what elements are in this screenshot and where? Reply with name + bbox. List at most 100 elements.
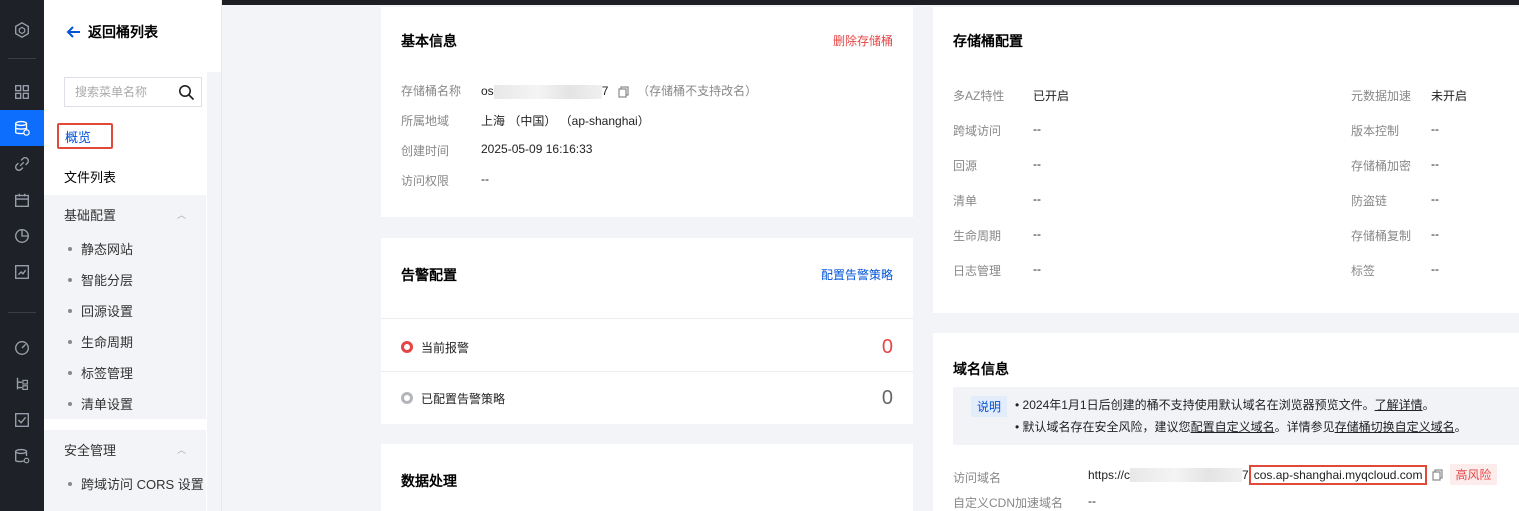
back-to-bucket-list[interactable]: 返回桶列表 [66,22,158,42]
pie-chart-icon[interactable] [0,218,44,254]
copy-icon[interactable] [1432,468,1444,481]
sidebar-scrollbar[interactable] [207,72,221,511]
config-key: 回源 [953,159,978,173]
card-title: 告警配置 [401,267,457,283]
group-basic-config: 基础配置 ︿ 静态网站 智能分层 回源设置 生命周期 标签管理 清单设置 [44,195,206,419]
bucket-name-value: os 7 （存储桶不支持改名） [481,82,757,99]
bullet-icon [68,481,72,486]
access-permission-label: 访问权限 [401,174,450,188]
sidebar-item-origin-settings[interactable]: 回源设置 [44,295,206,326]
bucket-name-suffix: 7 [601,84,609,98]
configured-policies-label: 已配置告警策略 [421,391,506,406]
note2-text: 默认域名存在安全风险，建议您 [1022,420,1191,434]
cube-logo-icon[interactable] [0,12,44,48]
domain-info-card: 域名信息 说明 • 2024年1月1日后创建的桶不支持使用默认域名在浏览器预览文… [933,333,1519,511]
card-title: 存储桶配置 [953,33,1023,49]
config-value: -- [1431,262,1439,276]
group-label: 基础配置 [64,207,117,223]
grid-icon[interactable] [0,74,44,110]
sidebar-item-cors[interactable]: 跨域访问 CORS 设置 [44,468,206,499]
bullet-icon [68,401,72,406]
cdn-domain-value: -- [1088,494,1096,508]
bucket-icon[interactable] [0,110,44,146]
config-key: 存储桶加密 [1351,159,1412,173]
configured-policies-row[interactable]: 已配置告警策略 0 [381,372,913,424]
created-time-value: 2025-05-09 16:16:33 [481,142,593,156]
access-domain-label: 访问域名 [953,471,1002,485]
alert-status-grey-icon [401,392,413,404]
sidebar-item-label: 生命周期 [81,335,134,350]
rail-divider [8,58,36,59]
config-value: 已开启 [1033,89,1070,103]
sidebar-item-files[interactable]: 文件列表 [64,167,116,186]
access-domain-value: https://c 7 cos.ap-shanghai.myqcloud.com 高… [1088,464,1497,485]
configure-alert-policy-link[interactable]: 配置告警策略 [821,266,893,283]
search-icon[interactable] [178,84,195,101]
sidebar-item-label: 标签管理 [81,366,134,381]
access-domain-prefix: https://c [1088,467,1131,482]
learn-more-link[interactable]: 了解详情 [1375,398,1423,412]
tree-icon[interactable] [0,366,44,402]
config-key: 防盗链 [1351,194,1388,208]
group-label: 安全管理 [64,442,117,458]
config-key: 清单 [953,194,978,208]
config-value: 未开启 [1431,89,1468,103]
bullet-icon [68,308,72,313]
note1-end: 。 [1422,398,1435,412]
note-tag: 说明 [971,396,1008,417]
sidebar-item-label: 回源设置 [81,304,134,319]
gauge-icon[interactable] [0,330,44,366]
config-key: 生命周期 [953,229,1002,243]
sidebar-item-overview[interactable]: 概览 [57,123,113,149]
sidebar-item-tags[interactable]: 标签管理 [44,357,206,388]
access-domain-suffix: cos.ap-shanghai.myqcloud.com [1248,464,1428,485]
config-key: 存储桶复制 [1351,229,1412,243]
group-security: 安全管理 ︿ 跨域访问 CORS 设置 [44,430,206,511]
arrow-left-icon [66,26,80,38]
config-value: -- [1431,122,1439,136]
region-label: 所属地域 [401,114,450,128]
bullet-icon [68,370,72,375]
config-value: -- [1033,262,1041,276]
delete-bucket-link[interactable]: 删除存储桶 [833,32,893,49]
copy-icon[interactable] [618,86,630,98]
config-key: 跨域访问 [953,124,1002,138]
database-settings-icon[interactable] [0,438,44,474]
report-icon[interactable] [0,254,44,290]
cdn-domain-label: 自定义CDN加速域名 [953,496,1063,510]
bullet-icon [68,246,72,251]
config-value: -- [1033,122,1041,136]
rail-divider [8,312,36,313]
config-value: -- [1431,227,1439,241]
config-key: 日志管理 [953,264,1002,278]
sidebar-item-static-website[interactable]: 静态网站 [44,233,206,264]
configure-custom-domain-link[interactable]: 配置自定义域名 [1191,420,1275,434]
menu-search-input[interactable] [65,78,175,106]
bucket-name-prefix: os [481,84,494,98]
config-key: 多AZ特性 [953,89,1005,103]
sidebar-item-intelligent-tiering[interactable]: 智能分层 [44,264,206,295]
configured-policies-count: 0 [881,386,893,409]
redacted-mask [493,84,602,99]
note1-text: 2024年1月1日后创建的桶不支持使用默认域名在浏览器预览文件。 [1022,398,1375,412]
bucket-name-note: （存储桶不支持改名） [637,84,758,98]
created-time-label: 创建时间 [401,144,450,158]
current-alerts-label: 当前报警 [421,340,470,355]
checklist-icon[interactable] [0,402,44,438]
divider [381,318,913,319]
chevron-up-icon: ︿ [176,444,186,455]
config-value: -- [1431,192,1439,206]
bullet-text: • [1015,398,1023,412]
sidebar-item-lifecycle[interactable]: 生命周期 [44,326,206,357]
config-value: -- [1431,157,1439,171]
link-icon[interactable] [0,146,44,182]
current-alerts-row[interactable]: 当前报警 0 [381,321,913,373]
sidebar-item-label: 智能分层 [81,273,134,288]
calendar-icon[interactable] [0,182,44,218]
switch-custom-domain-link[interactable]: 存储桶切换自定义域名 [1335,420,1455,434]
bullet-text: • [1015,420,1023,434]
group-header-security[interactable]: 安全管理 ︿ [44,430,206,468]
group-header-basic[interactable]: 基础配置 ︿ [44,195,206,233]
config-value: -- [1033,157,1041,171]
sidebar-item-inventory[interactable]: 清单设置 [44,388,206,419]
